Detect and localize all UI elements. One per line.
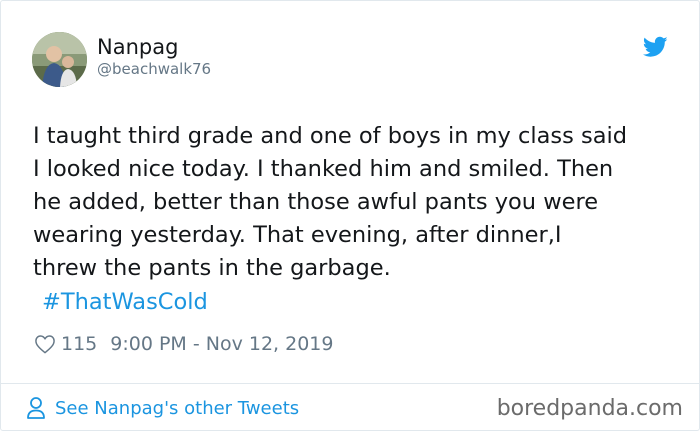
tweet-card: Nanpag @beachwalk76 I taught third grade… — [0, 0, 700, 431]
person-icon — [27, 397, 45, 419]
watermark: boredpanda.com — [496, 396, 683, 421]
avatar-photo — [32, 32, 87, 87]
like-count[interactable]: 115 — [61, 333, 97, 355]
display-name[interactable]: Nanpag — [97, 35, 178, 59]
user-handle[interactable]: @beachwalk76 — [97, 60, 211, 78]
avatar[interactable] — [32, 32, 87, 87]
tweet-text: I taught third grade and one of boys in … — [33, 123, 628, 281]
twitter-bird-icon[interactable] — [643, 36, 668, 58]
tweet-meta: 115 9:00 PM - Nov 12, 2019 — [34, 331, 334, 357]
see-other-tweets-link[interactable]: See Nanpag's other Tweets — [26, 394, 299, 422]
hashtag-link[interactable]: #ThatWasCold — [42, 286, 208, 319]
divider — [1, 383, 699, 384]
timestamp[interactable]: 9:00 PM - Nov 12, 2019 — [110, 333, 333, 355]
see-other-tweets-label: See Nanpag's other Tweets — [55, 397, 300, 419]
heart-icon[interactable] — [34, 334, 56, 354]
